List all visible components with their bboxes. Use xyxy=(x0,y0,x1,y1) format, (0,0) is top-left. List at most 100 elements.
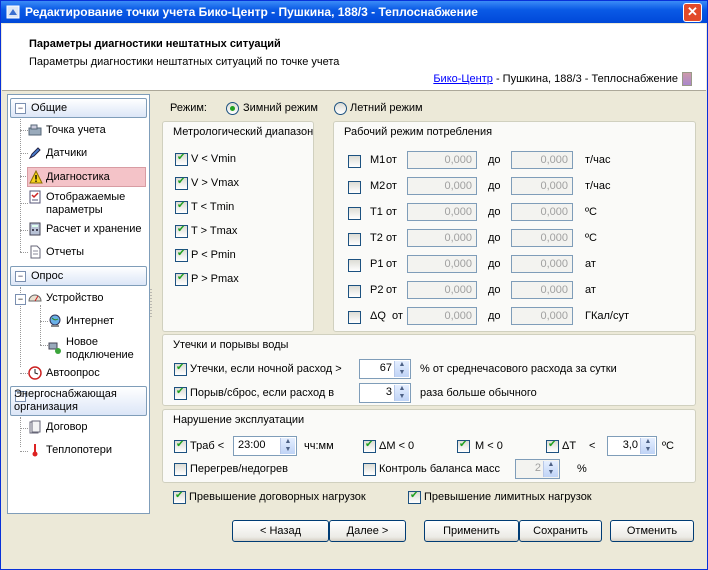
close-button[interactable]: ✕ xyxy=(683,3,702,22)
sidebar-item-reports[interactable]: Отчеты xyxy=(28,245,140,261)
tree-branch xyxy=(20,373,28,374)
vmax-checkbox[interactable] xyxy=(175,176,188,190)
spin-down-icon[interactable]: ▼ xyxy=(548,469,555,476)
spin-up-icon[interactable]: ▲ xyxy=(645,438,652,445)
spinner-buttons[interactable]: ▲ ▼ xyxy=(280,438,295,454)
leaks-panel: Утечки и порывы воды Утечки, если ночной… xyxy=(162,334,696,406)
spinner-buttons[interactable]: ▲ ▼ xyxy=(394,361,409,377)
sidebar-item-sensors[interactable]: Датчики xyxy=(28,146,140,162)
m1-checkbox[interactable] xyxy=(348,155,361,168)
spin-up-icon[interactable]: ▲ xyxy=(285,438,292,445)
sidebar-group-polling[interactable]: − Опрос xyxy=(10,266,147,286)
t1-checkbox[interactable] xyxy=(348,207,361,220)
spin-up-icon[interactable]: ▲ xyxy=(399,361,406,368)
leak-percent-spinner[interactable]: 67 ▲ ▼ xyxy=(359,359,411,379)
spinner-buttons[interactable]: ▲ ▼ xyxy=(640,438,655,454)
dt-spinner[interactable]: 3,0 ▲ ▼ xyxy=(607,436,657,456)
tree-toggle-icon[interactable]: − xyxy=(15,294,26,305)
sidebar-item-meter-point[interactable]: Точка учета xyxy=(28,123,140,139)
p1-to-field[interactable]: 0,000 xyxy=(511,255,573,273)
splitter[interactable] xyxy=(149,94,154,512)
leak-checkbox[interactable] xyxy=(174,362,187,376)
burst-checkbox[interactable] xyxy=(174,386,187,400)
m2-from-field[interactable]: 0,000 xyxy=(407,177,477,195)
sidebar-item-label: Расчет и хранение xyxy=(46,223,142,235)
sidebar-item-new-connection[interactable]: Новое подключение xyxy=(48,335,143,363)
sidebar-item-autopoll[interactable]: Автоопрос xyxy=(28,366,140,382)
sidebar-item-contract[interactable]: Договор xyxy=(28,420,140,436)
work-mode-title: Рабочий режим потребления xyxy=(344,126,493,138)
pmin-checkbox[interactable] xyxy=(175,248,188,262)
m1-to-field[interactable]: 0,000 xyxy=(511,151,573,169)
m-checkbox[interactable] xyxy=(457,439,470,453)
sidebar-item-heat-loss[interactable]: Теплопотери xyxy=(28,443,140,459)
spinner-buttons[interactable]: ▲ ▼ xyxy=(394,385,409,401)
pmax-checkbox[interactable] xyxy=(175,272,188,286)
document-icon xyxy=(30,245,41,259)
contract-load-checkbox[interactable] xyxy=(173,490,186,504)
dq-checkbox[interactable] xyxy=(348,311,361,324)
limit-load-checkbox[interactable] xyxy=(408,490,421,504)
spin-down-icon[interactable]: ▼ xyxy=(645,446,652,453)
breadcrumb-link[interactable]: Бико-Центр xyxy=(433,73,493,85)
work-mode-panel: Рабочий режим потребления M1 от 0,000 до… xyxy=(333,121,696,332)
t2-checkbox[interactable] xyxy=(348,233,361,246)
spinner-buttons[interactable]: ▲ ▼ xyxy=(543,461,558,477)
burst-ratio-spinner[interactable]: 3 ▲ ▼ xyxy=(359,383,411,403)
p1-from-field[interactable]: 0,000 xyxy=(407,255,477,273)
spin-down-icon[interactable]: ▼ xyxy=(399,393,406,400)
dt-checkbox[interactable] xyxy=(546,439,559,453)
traб-time-spinner[interactable]: 23:00 ▲ ▼ xyxy=(233,436,297,456)
sidebar-item-calc-storage[interactable]: Расчет и хранение xyxy=(28,222,142,238)
sidebar-item-device[interactable]: Устройство xyxy=(28,291,140,307)
dq-to-field[interactable]: 0,000 xyxy=(511,307,573,325)
dialog-window: Редактирование точки учета Бико-Центр - … xyxy=(0,0,708,570)
winter-mode-label: Зимний режим xyxy=(243,102,318,114)
dq-from-field[interactable]: 0,000 xyxy=(407,307,477,325)
t2-from-field[interactable]: 0,000 xyxy=(407,229,477,247)
thermometer-icon xyxy=(32,444,38,457)
dm-checkbox[interactable] xyxy=(363,439,376,453)
p2-from-field[interactable]: 0,000 xyxy=(407,281,477,299)
sidebar-group-label: Общие xyxy=(31,102,68,114)
t2-to-field[interactable]: 0,000 xyxy=(511,229,573,247)
t1-from-field[interactable]: 0,000 xyxy=(407,203,477,221)
back-button[interactable]: < Назад xyxy=(232,520,329,542)
summer-mode-radio[interactable] xyxy=(334,102,347,115)
p2-checkbox[interactable] xyxy=(348,285,361,298)
p1-checkbox[interactable] xyxy=(348,259,361,272)
tmin-checkbox[interactable] xyxy=(175,200,188,214)
collapse-icon[interactable]: − xyxy=(15,103,26,114)
pmin-label: P < Pmin xyxy=(191,249,236,261)
spin-up-icon[interactable]: ▲ xyxy=(548,461,555,468)
t1-to-field[interactable]: 0,000 xyxy=(511,203,573,221)
m1-from-field[interactable]: 0,000 xyxy=(407,151,477,169)
p2-to-field[interactable]: 0,000 xyxy=(511,281,573,299)
from-label: от xyxy=(386,206,397,218)
violations-title: Нарушение эксплуатации xyxy=(173,414,305,426)
winter-mode-radio[interactable] xyxy=(226,102,239,115)
sidebar-item-displayed-params[interactable]: Отображаемые параметры xyxy=(28,190,140,218)
balance-spinner[interactable]: 2 ▲ ▼ xyxy=(515,459,560,479)
traб-checkbox[interactable] xyxy=(174,439,187,453)
overheat-checkbox[interactable] xyxy=(174,463,187,476)
spin-down-icon[interactable]: ▼ xyxy=(399,369,406,376)
tmax-checkbox[interactable] xyxy=(175,224,188,238)
save-button[interactable]: Сохранить xyxy=(519,520,602,542)
sidebar-group-general[interactable]: − Общие xyxy=(10,98,147,118)
apply-button[interactable]: Применить xyxy=(424,520,519,542)
tree-line xyxy=(40,305,41,345)
next-button[interactable]: Далее > xyxy=(329,520,406,542)
pmax-label: P > Pmax xyxy=(191,273,239,285)
spin-up-icon[interactable]: ▲ xyxy=(399,385,406,392)
spin-down-icon[interactable]: ▼ xyxy=(285,446,292,453)
collapse-icon[interactable]: − xyxy=(15,271,26,282)
balance-checkbox[interactable] xyxy=(363,463,376,476)
sidebar-item-diagnostics[interactable]: Диагностика xyxy=(27,167,146,187)
sidebar-group-supplier[interactable]: − Энергоснабжающая организация xyxy=(10,386,147,416)
vmin-checkbox[interactable] xyxy=(175,152,188,166)
sidebar-item-internet[interactable]: Интернет xyxy=(48,314,143,330)
cancel-button[interactable]: Отменить xyxy=(610,520,694,542)
m2-checkbox[interactable] xyxy=(348,181,361,194)
m2-to-field[interactable]: 0,000 xyxy=(511,177,573,195)
